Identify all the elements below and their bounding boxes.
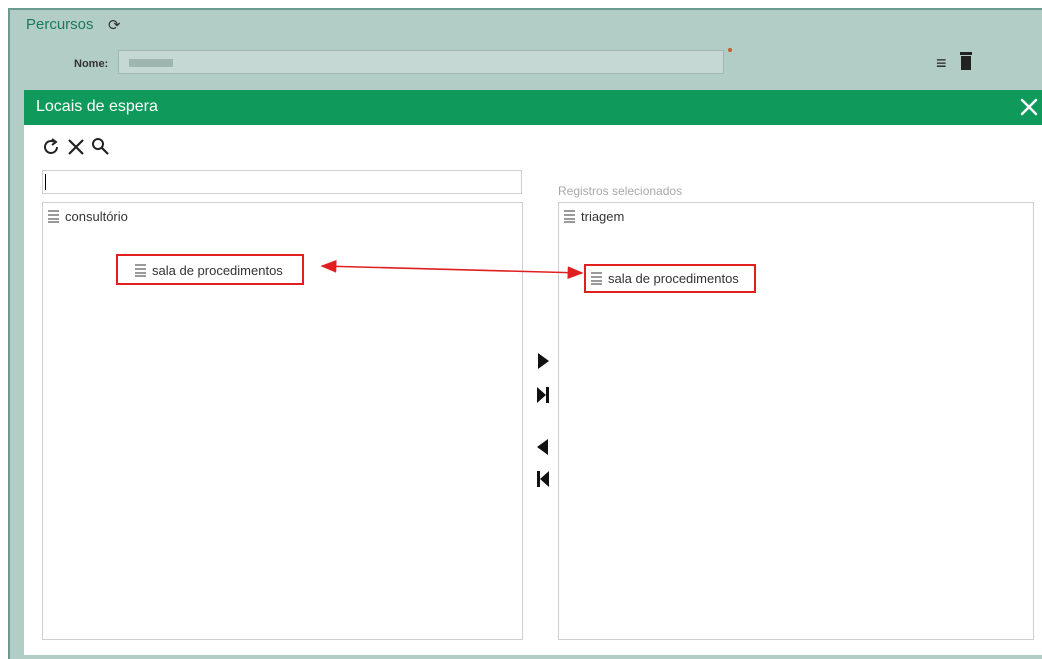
dialog-bottom-edge	[24, 655, 1042, 659]
search-input[interactable]	[42, 170, 522, 194]
menu-icon[interactable]: ≡	[936, 54, 947, 72]
available-list[interactable]: consultório sala de procedimentos	[42, 202, 523, 640]
blurred-name-value	[129, 59, 173, 67]
list-item-icon	[48, 209, 59, 223]
page-title: Percursos	[26, 16, 94, 33]
list-item-label: consultório	[65, 208, 128, 224]
waiting-locations-dialog: Locais de espera Registros selecionados …	[24, 90, 1042, 659]
required-indicator	[728, 48, 732, 52]
dialog-title: Locais de espera	[36, 98, 158, 115]
list-item[interactable]: triagem	[564, 207, 624, 225]
move-all-left-icon[interactable]	[536, 470, 550, 488]
move-all-right-icon[interactable]	[536, 386, 550, 404]
trash-icon[interactable]	[960, 52, 972, 70]
name-label: Nome:	[74, 58, 109, 70]
clear-icon[interactable]	[66, 136, 86, 158]
list-item-label: triagem	[581, 208, 625, 224]
highlight-box	[584, 264, 756, 293]
move-right-icon[interactable]	[536, 352, 550, 370]
refresh-icon[interactable]	[42, 136, 62, 158]
selected-list[interactable]: triagem sala de procedimentos	[558, 202, 1034, 640]
dialog-header: Locais de espera	[24, 90, 1042, 125]
move-left-icon[interactable]	[536, 438, 550, 456]
search-icon[interactable]	[90, 136, 110, 158]
close-icon[interactable]	[1016, 94, 1042, 120]
highlight-box	[116, 254, 304, 285]
list-item[interactable]: consultório	[48, 207, 128, 225]
refresh-icon[interactable]: ⟳	[108, 16, 121, 34]
selected-records-label: Registros selecionados	[558, 184, 683, 198]
name-input[interactable]	[118, 50, 724, 74]
list-item-icon	[564, 209, 575, 223]
